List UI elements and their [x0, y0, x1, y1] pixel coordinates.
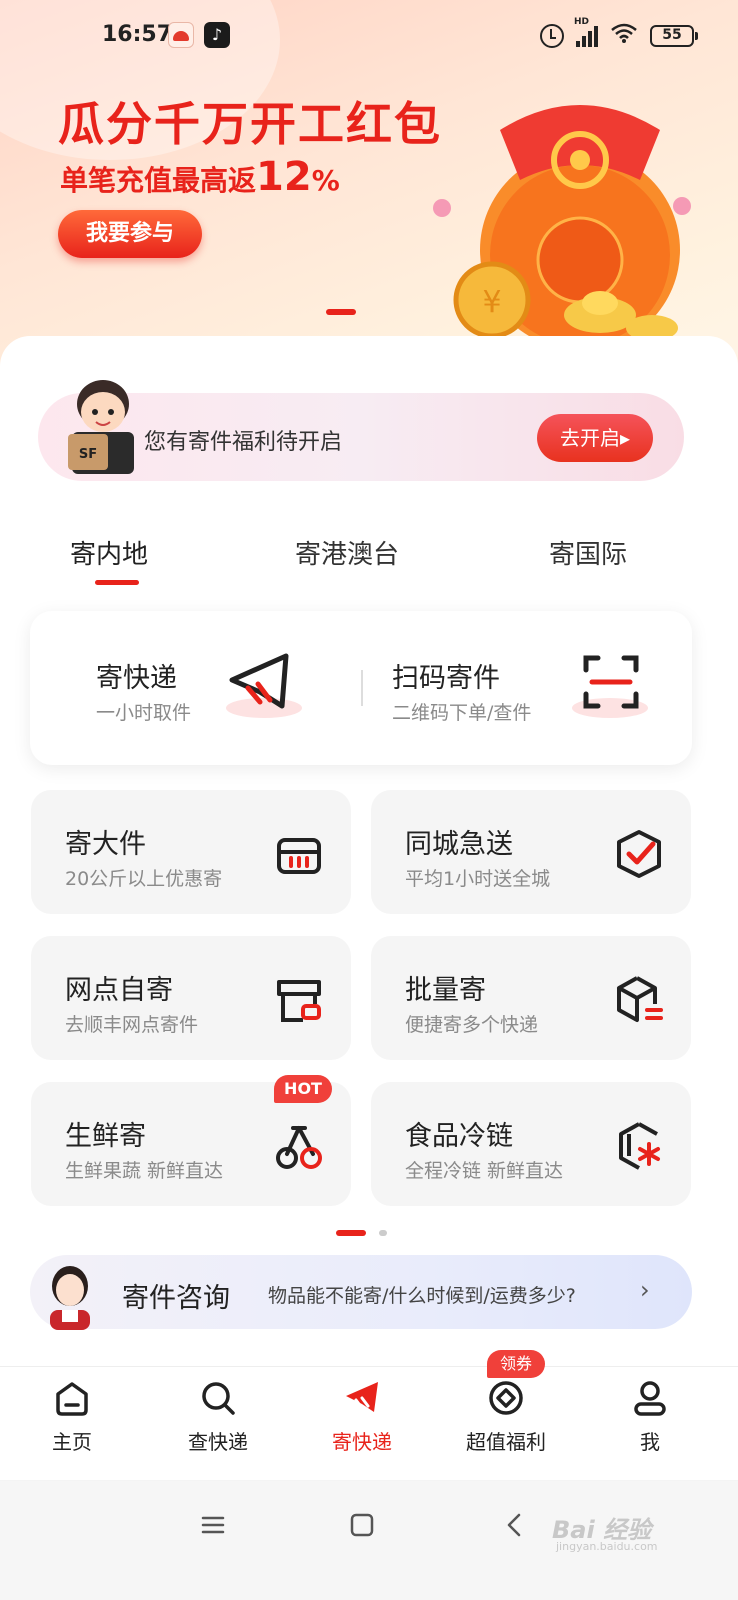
welfare-promo-text: 您有寄件福利待开启: [144, 430, 343, 455]
nav-label: 我: [640, 1430, 660, 1454]
welfare-open-label: 去开启: [559, 426, 620, 450]
tile-sub: 去顺丰网点寄件: [65, 1014, 199, 1036]
tile-title: 批量寄: [405, 975, 486, 1006]
signal-icon: HD: [574, 17, 598, 47]
nav-track[interactable]: 查快递: [168, 1378, 268, 1458]
send-icon: [346, 1382, 378, 1412]
service-agent-avatar: [50, 1266, 90, 1330]
tile-title: 网点自寄: [65, 975, 173, 1006]
service-tile-same-city[interactable]: 同城急送 平均1小时送全城: [371, 790, 691, 914]
scan-icon: [572, 655, 648, 718]
home-square-icon[interactable]: [347, 1510, 377, 1540]
tile-sub: 20公斤以上优惠寄: [65, 868, 223, 890]
alarm-icon: [540, 24, 564, 48]
chevron-right-icon: ▸: [619, 426, 631, 450]
status-time: 16:57: [102, 22, 173, 47]
snowflake-icon: [619, 1122, 660, 1170]
scan-send-title: 扫码寄件: [392, 663, 500, 694]
user-icon: [634, 1381, 666, 1416]
notification-app-icon: [168, 22, 194, 48]
nav-label: 主页: [52, 1430, 92, 1454]
menu-icon[interactable]: [198, 1510, 228, 1540]
tile-title: 食品冷链: [405, 1121, 513, 1152]
status-right-group: HD 55: [540, 17, 698, 50]
quick-actions-divider: [361, 670, 363, 706]
scan-send-sub: 二维码下单/查件: [392, 702, 532, 724]
cherry-icon: [276, 1126, 322, 1169]
tab-hk-macau-taiwan[interactable]: 寄港澳台: [295, 534, 399, 571]
nav-send[interactable]: 寄快递: [312, 1378, 412, 1458]
status-bar: 16:57 ♪ HD 55: [0, 17, 738, 58]
consult-question: 物品能不能寄/什么时候到/运费多少?: [268, 1285, 576, 1307]
svg-text:¥: ¥: [482, 285, 501, 320]
nav-profile[interactable]: 我: [600, 1378, 700, 1458]
chevron-right-icon: ›: [640, 1276, 650, 1304]
service-tile-bulky[interactable]: 寄大件 20公斤以上优惠寄: [31, 790, 351, 914]
hot-badge: HOT: [274, 1075, 332, 1103]
banner-subtitle-prefix: 单笔充值最高返: [60, 164, 257, 197]
service-tile-outlet[interactable]: 网点自寄 去顺丰网点寄件: [31, 936, 351, 1060]
services-pager-active: [336, 1230, 366, 1236]
lucky-bag-illustration: ¥: [433, 105, 691, 350]
courier-mascot-icon: SF: [68, 380, 134, 474]
tile-title: 寄大件: [65, 829, 146, 860]
banner-subtitle-unit: %: [311, 164, 340, 197]
send-express-sub: 一小时取件: [96, 702, 192, 724]
watermark-url: jingyan.baidu.com: [556, 1540, 658, 1553]
services-pager-dot: [379, 1230, 387, 1236]
tile-title: 生鲜寄: [65, 1121, 146, 1152]
consult-title: 寄件咨询: [122, 1283, 230, 1314]
tile-sub: 平均1小时送全城: [405, 868, 551, 890]
wifi-icon: [610, 22, 638, 50]
store-icon: [277, 980, 321, 1022]
paper-plane-icon: [226, 653, 302, 718]
welfare-open-button[interactable]: 去开启▸: [537, 414, 653, 462]
tab-mainland[interactable]: 寄内地: [70, 534, 148, 571]
service-tile-cold-chain[interactable]: 食品冷链 全程冷链 新鲜直达: [371, 1082, 691, 1206]
svg-text:SF: SF: [79, 447, 97, 462]
target-icon: [489, 1381, 523, 1415]
nav-label: 寄快递: [332, 1430, 392, 1454]
banner-title: 瓜分千万开工红包: [58, 97, 442, 151]
tile-sub: 生鲜果蔬 新鲜直达: [65, 1160, 224, 1182]
coupon-badge: 领券: [487, 1350, 545, 1378]
tiktok-icon: ♪: [204, 22, 230, 48]
tab-active-indicator: [95, 580, 139, 585]
tile-sub: 全程冷链 新鲜直达: [405, 1160, 564, 1182]
banner-subtitle: 单笔充值最高返12%: [60, 154, 340, 200]
search-icon: [202, 1382, 235, 1415]
box-icon: [277, 838, 321, 874]
battery-icon: 55: [650, 25, 698, 47]
banner-pager-dot: [326, 309, 356, 315]
nav-benefits[interactable]: 超值福利: [456, 1378, 556, 1458]
send-express-title: 寄快递: [96, 663, 177, 694]
banner-subtitle-value: 12: [256, 154, 312, 200]
tile-sub: 便捷寄多个快递: [405, 1014, 539, 1036]
home-icon: [56, 1382, 88, 1416]
tile-title: 同城急送: [405, 829, 513, 860]
service-tile-batch[interactable]: 批量寄 便捷寄多个快递: [371, 936, 691, 1060]
nav-home[interactable]: 主页: [22, 1378, 122, 1458]
back-icon[interactable]: [500, 1510, 530, 1540]
nav-label: 超值福利: [466, 1430, 546, 1454]
cube-list-icon: [617, 976, 663, 1022]
tab-international[interactable]: 寄国际: [549, 534, 627, 571]
nav-label: 查快递: [188, 1430, 248, 1454]
signal-hd-label: HD: [574, 17, 590, 27]
shield-check-icon: [617, 830, 661, 878]
banner-join-button[interactable]: 我要参与: [58, 210, 202, 258]
